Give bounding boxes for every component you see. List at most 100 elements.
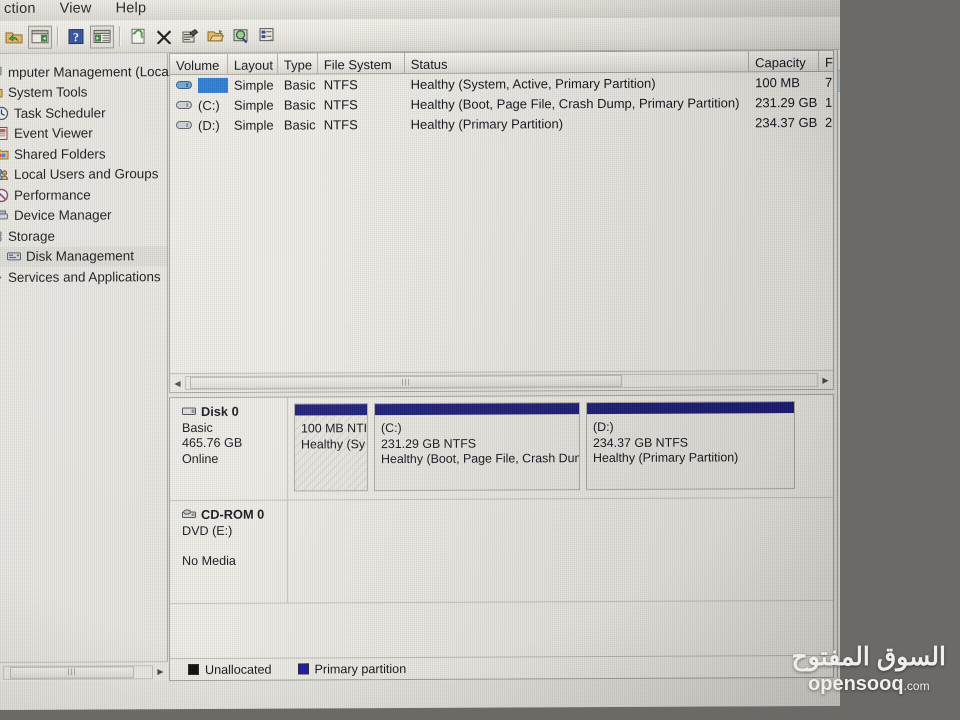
rescan-disks-icon — [233, 29, 248, 44]
cell-file-system: NTFS — [323, 96, 358, 112]
scroll-right-arrow-icon[interactable]: ▶ — [153, 664, 168, 680]
partition-size-fs: 100 MB NTI — [301, 421, 367, 436]
disk-row-cdrom0[interactable]: CD-ROM 0 DVD (E:) No Media — [170, 497, 833, 605]
legend-swatch-primary-partition — [297, 663, 309, 675]
disk-name: CD-ROM 0 — [201, 506, 265, 522]
scroll-right-arrow-icon[interactable]: ▶ — [818, 372, 833, 388]
column-header-layout[interactable]: Layout — [227, 53, 278, 74]
volume-list-rows: Simple Basic NTFS Healthy (System, Activ… — [170, 72, 833, 135]
back-folder-icon — [5, 32, 23, 44]
column-header-status[interactable]: Status — [404, 51, 750, 73]
volume-label: (D:) — [198, 117, 220, 133]
scroll-thumb[interactable]: ||| — [190, 374, 622, 390]
tree-item-label: mputer Management (Local — [8, 63, 172, 80]
cell-capacity: 100 MB — [755, 74, 800, 90]
tree-item-shared-folders[interactable]: Shared Folders — [0, 143, 167, 164]
show-hide-console-tree-icon — [31, 30, 49, 44]
actions-item-more-actions[interactable]: More Actions — [838, 91, 840, 113]
cell-file-system: NTFS — [323, 76, 358, 92]
disk-type: Basic — [182, 420, 213, 435]
clock-icon — [0, 106, 9, 120]
partition-c-drive[interactable]: (C:) 231.29 GB NTFS Healthy (Boot, Page … — [374, 402, 580, 492]
disk-icon — [182, 407, 196, 416]
tree-item-computer-management[interactable]: mputer Management (Local — [0, 61, 172, 82]
tree-item-system-tools[interactable]: System Tools — [0, 82, 167, 103]
toolbar: ? — [0, 16, 840, 54]
show-hide-action-pane-button[interactable] — [90, 24, 114, 49]
rescan-disks-button[interactable] — [230, 24, 254, 47]
disk-management-icon — [7, 252, 21, 261]
cdrom-icon — [182, 509, 196, 519]
computer-management-window: ction View Help ? mputer Management (Loc… — [0, 0, 840, 711]
partition-status: Healthy (Primary Partition) — [593, 450, 739, 466]
disk-row-disk0[interactable]: Disk 0 Basic 465.76 GB Online 100 MB NTI… — [170, 394, 833, 502]
users-icon — [0, 169, 9, 181]
tree-item-label: Local Users and Groups — [14, 166, 159, 183]
help-button[interactable]: ? — [64, 25, 88, 48]
actions-item-disk-management[interactable]: Disk Management — [838, 70, 840, 92]
cell-free: 7 — [825, 74, 833, 90]
volume-name: (C:) — [176, 97, 220, 112]
graphical-disk-pane: Disk 0 Basic 465.76 GB Online 100 MB NTI… — [169, 393, 834, 682]
tree-item-local-users-and-groups[interactable]: Local Users and Groups — [0, 164, 167, 185]
partition-size-fs: 234.37 GB NTFS — [593, 435, 689, 450]
actions-title: Actions — [838, 49, 840, 71]
cell-volume — [170, 75, 228, 95]
column-header-type[interactable]: Type — [277, 53, 318, 74]
watermark-suffix: .com — [903, 679, 930, 693]
tree-item-storage[interactable]: Storage — [0, 225, 167, 246]
column-header-capacity[interactable]: Capacity — [749, 50, 820, 72]
menu-view[interactable]: View — [48, 0, 104, 18]
partition-d-drive[interactable]: (D:) 234.37 GB NTFS Healthy (Primary Par… — [586, 401, 795, 491]
open-button[interactable] — [204, 24, 228, 47]
event-viewer-icon — [0, 127, 8, 141]
partition-area-disk0: 100 MB NTI Healthy (Sy (C:) 231.29 GB NT… — [288, 395, 833, 500]
column-header-file-system[interactable]: File System — [317, 52, 405, 74]
back-folder-button[interactable] — [2, 25, 26, 48]
cell-layout: Simple — [233, 117, 274, 133]
tree-item-label: Disk Management — [26, 248, 134, 265]
show-hide-action-pane-icon — [93, 29, 111, 43]
tree-item-task-scheduler[interactable]: Task Scheduler — [0, 102, 167, 123]
refresh-button[interactable] — [126, 25, 150, 48]
column-header-free[interactable]: F — [819, 51, 833, 71]
column-header-volume[interactable]: Volume — [170, 53, 228, 75]
tree-item-device-manager[interactable]: Device Manager — [0, 205, 167, 226]
cell-free: 1 — [825, 94, 833, 110]
partition-details: 100 MB NTI Healthy (Sy — [295, 415, 367, 490]
disk-info-cdrom0: CD-ROM 0 DVD (E:) No Media — [170, 500, 288, 604]
disk-name: Disk 0 — [201, 403, 239, 419]
disk-title: CD-ROM 0 — [182, 507, 287, 523]
tree-horizontal-scrollbar[interactable]: ◀ ||| ▶ — [0, 661, 168, 682]
tree-item-services-and-applications[interactable]: Services and Applications — [0, 266, 167, 287]
tree-item-event-viewer[interactable]: Event Viewer — [0, 123, 167, 144]
disk-title: Disk 0 — [182, 404, 287, 420]
list-view-icon — [259, 28, 274, 42]
scroll-track[interactable]: ||| — [185, 372, 818, 391]
scroll-left-arrow-icon[interactable]: ◀ — [170, 375, 185, 391]
tree-item-performance[interactable]: Performance — [0, 184, 167, 205]
tree-item-label: Task Scheduler — [14, 105, 106, 121]
view-list-button[interactable] — [256, 24, 280, 47]
delete-button[interactable] — [152, 25, 176, 48]
drive-icon — [176, 80, 192, 89]
properties-button[interactable] — [178, 24, 202, 47]
drive-icon — [176, 120, 192, 129]
scroll-thumb[interactable]: ||| — [10, 665, 134, 679]
tree-item-label: Shared Folders — [14, 146, 106, 162]
menu-help[interactable]: Help — [104, 0, 159, 18]
menu-action[interactable]: ction — [0, 0, 48, 18]
drive-icon — [176, 100, 192, 109]
volume-list-horizontal-scrollbar[interactable]: ◀ ||| ▶ — [170, 369, 833, 393]
console-tree-pane: mputer Management (Local System Tools Ta… — [0, 53, 172, 682]
cell-type: Basic — [283, 116, 316, 133]
cell-file-system: NTFS — [323, 116, 358, 132]
show-hide-console-tree-button[interactable] — [28, 25, 52, 49]
partition-legend: Unallocated Primary partition — [170, 654, 833, 681]
cell-capacity: 234.37 GB — [755, 114, 818, 130]
table-row[interactable]: (D:) Simple Basic NTFS Healthy (Primary … — [170, 112, 833, 135]
tree-item-disk-management[interactable]: Disk Management — [0, 245, 167, 267]
scroll-track[interactable]: ||| — [3, 664, 153, 680]
disk-info-disk0: Disk 0 Basic 465.76 GB Online — [170, 397, 288, 501]
partition-system-reserved[interactable]: 100 MB NTI Healthy (Sy — [294, 403, 368, 492]
